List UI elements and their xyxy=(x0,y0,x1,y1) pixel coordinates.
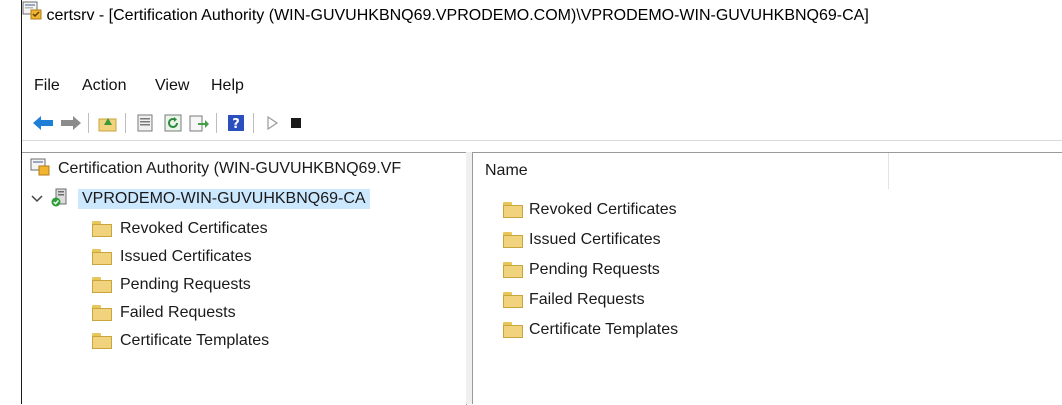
properties-icon[interactable] xyxy=(134,112,156,134)
folder-icon xyxy=(92,249,112,265)
folder-icon xyxy=(503,202,523,218)
list-item[interactable]: Pending Requests xyxy=(503,257,660,283)
tree-item-ca[interactable]: VPRODEMO-WIN-GUVUHKBNQ69-CA xyxy=(30,186,370,212)
tree-item-failed-requests[interactable]: Failed Requests xyxy=(92,300,236,326)
back-arrow-icon[interactable] xyxy=(32,112,54,134)
tree-item-label: Certificate Templates xyxy=(120,332,270,349)
start-service-icon[interactable] xyxy=(261,112,283,134)
folder-icon xyxy=(503,262,523,278)
tree-root-label: Certification Authority (WIN-GUVUHKBNQ69… xyxy=(58,160,402,177)
menu-bar: File Action View Help xyxy=(22,72,1062,100)
stop-service-icon[interactable] xyxy=(285,112,307,134)
tree-item-issued-certificates[interactable]: Issued Certificates xyxy=(92,244,252,270)
certification-authority-icon xyxy=(30,158,50,181)
console-tree: Certification Authority (WIN-GUVUHKBNQ69… xyxy=(22,152,467,405)
tree-item-label: Revoked Certificates xyxy=(120,220,268,237)
folder-icon xyxy=(503,322,523,338)
toolbar-separator xyxy=(253,113,254,133)
tree-item-revoked-certificates[interactable]: Revoked Certificates xyxy=(92,216,268,242)
list-item[interactable]: Certificate Templates xyxy=(503,317,678,343)
toolbar-separator xyxy=(216,113,217,133)
list-item-label: Issued Certificates xyxy=(529,231,661,248)
column-header-name[interactable]: Name xyxy=(473,153,889,189)
chevron-down-icon[interactable] xyxy=(30,194,44,204)
svg-text:?: ? xyxy=(232,117,240,132)
list-item[interactable]: Failed Requests xyxy=(503,287,645,313)
tree-ca-label: VPRODEMO-WIN-GUVUHKBNQ69-CA xyxy=(78,189,370,209)
list-item-label: Certificate Templates xyxy=(529,321,679,338)
refresh-icon[interactable] xyxy=(162,112,184,134)
ca-server-icon xyxy=(50,187,70,212)
window-title: certsrv - [Certification Authority (WIN-… xyxy=(46,7,869,24)
folder-icon xyxy=(92,333,112,349)
toolbar: ? xyxy=(22,106,1062,141)
menu-view[interactable]: View xyxy=(155,77,189,95)
menu-help[interactable]: Help xyxy=(211,77,244,95)
menu-action[interactable]: Action xyxy=(82,77,126,95)
tree-item-certificate-templates[interactable]: Certificate Templates xyxy=(92,328,269,354)
results-pane: Name Revoked Certificates Issued Certifi… xyxy=(473,152,1062,405)
tree-item-pending-requests[interactable]: Pending Requests xyxy=(92,272,251,298)
mmc-window: certsrv - [Certification Authority (WIN-… xyxy=(21,0,1062,405)
forward-arrow-icon[interactable] xyxy=(60,112,82,134)
pane-splitter[interactable] xyxy=(466,152,473,404)
list-item[interactable]: Revoked Certificates xyxy=(503,197,677,223)
title-bar: certsrv - [Certification Authority (WIN-… xyxy=(22,0,1062,64)
list-item[interactable]: Issued Certificates xyxy=(503,227,661,253)
folder-icon xyxy=(503,292,523,308)
menu-file[interactable]: File xyxy=(34,77,60,95)
up-folder-icon[interactable] xyxy=(97,112,119,134)
column-header-label: Name xyxy=(485,162,528,179)
list-item-label: Revoked Certificates xyxy=(529,201,677,218)
help-icon[interactable]: ? xyxy=(225,112,247,134)
toolbar-separator xyxy=(125,113,126,133)
list-item-label: Pending Requests xyxy=(529,261,660,278)
folder-icon xyxy=(92,277,112,293)
list-item-label: Failed Requests xyxy=(529,291,645,308)
folder-icon xyxy=(503,232,523,248)
certsrv-app-icon xyxy=(22,1,46,24)
tree-item-label: Failed Requests xyxy=(120,304,236,321)
folder-icon xyxy=(92,221,112,237)
export-list-icon[interactable] xyxy=(188,112,210,134)
folder-icon xyxy=(92,305,112,321)
toolbar-separator xyxy=(88,113,89,133)
tree-item-label: Issued Certificates xyxy=(120,248,252,265)
tree-item-label: Pending Requests xyxy=(120,276,251,293)
tree-root-certification-authority[interactable]: Certification Authority (WIN-GUVUHKBNQ69… xyxy=(30,156,401,182)
